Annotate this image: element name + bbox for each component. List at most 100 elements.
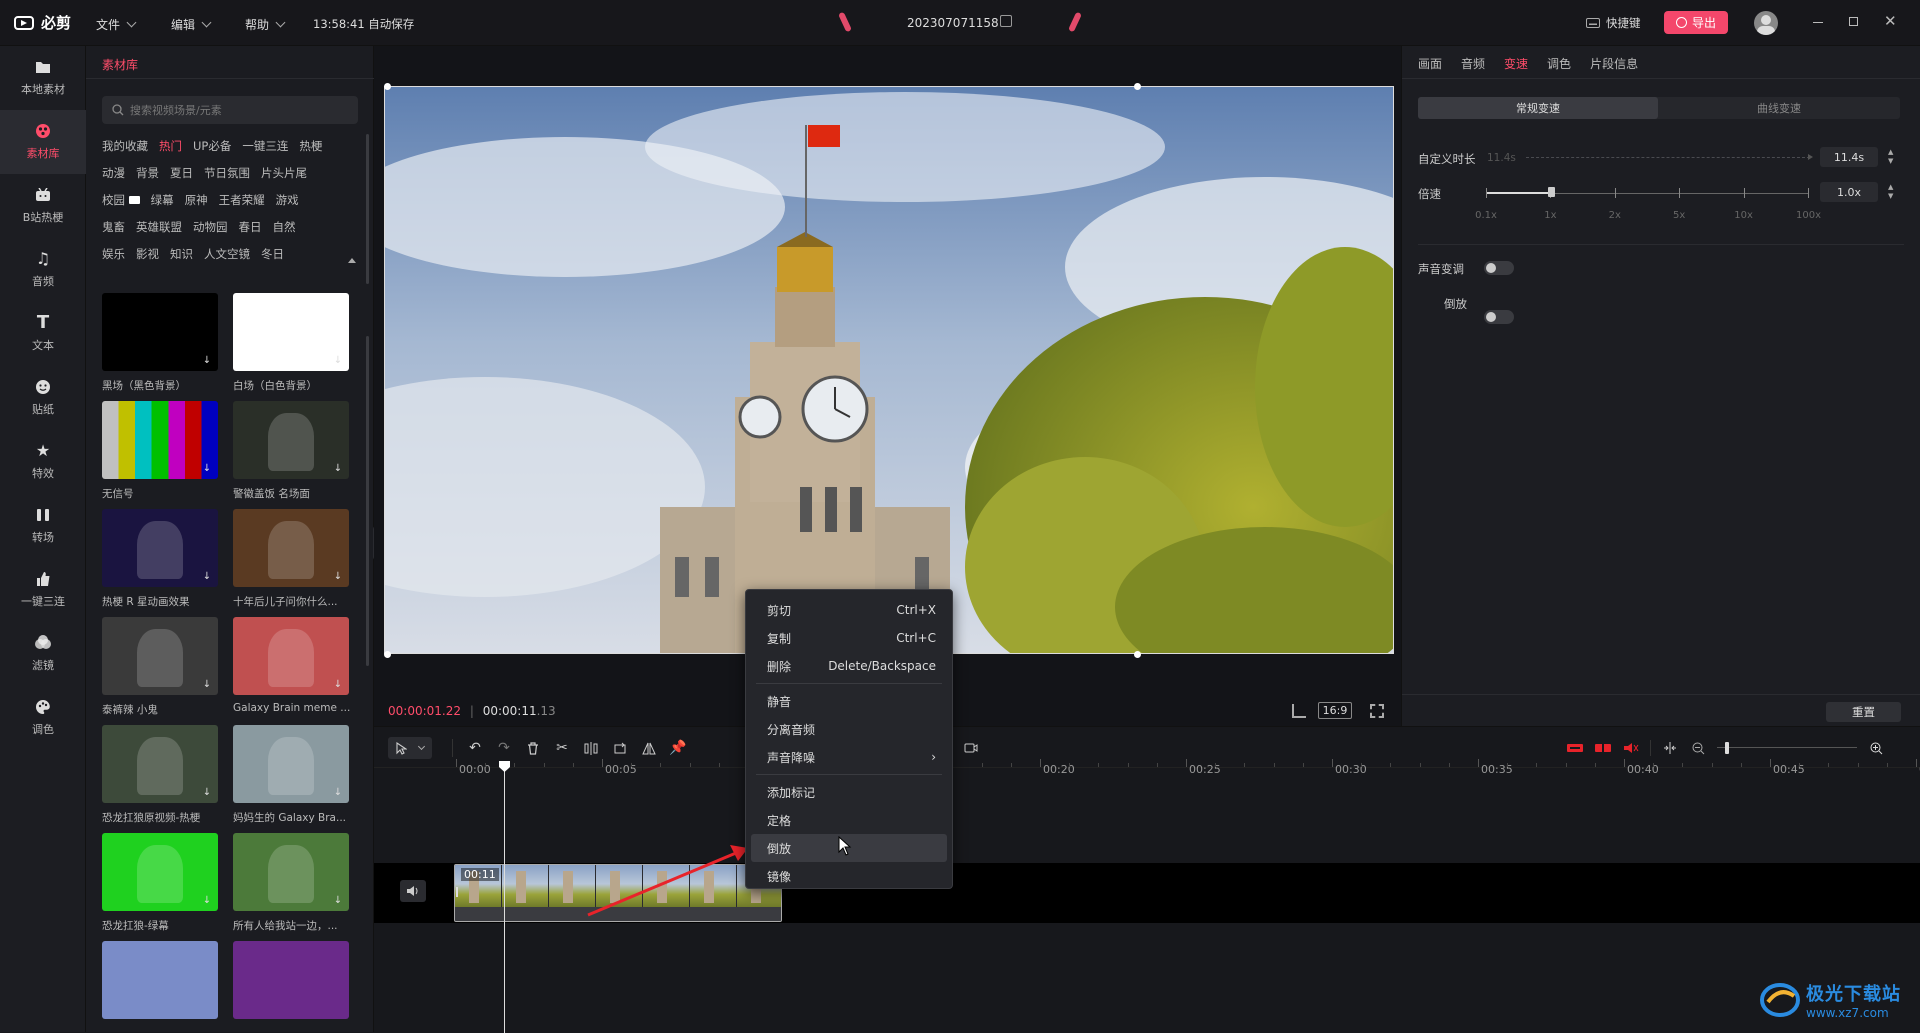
media-item[interactable]: ↓ 所有人给我站一边，... (233, 833, 349, 933)
resize-handle[interactable] (384, 651, 391, 658)
menu-file[interactable]: 文件 (96, 16, 137, 33)
shortcut-button[interactable]: 快捷键 (1586, 15, 1641, 31)
reverse-toggle[interactable] (1484, 310, 1514, 324)
mode-normal[interactable]: 常规变速 (1418, 97, 1658, 119)
media-item[interactable]: ↓ 十年后儿子问你什么... (233, 509, 349, 609)
media-item[interactable]: ↓ 热梗 R 星动画效果 (102, 509, 218, 609)
search-box[interactable]: 搜索视频场景/元素 (102, 96, 358, 124)
media-thumbnail[interactable]: ↓ (233, 617, 349, 695)
download-icon[interactable]: ↓ (201, 679, 213, 691)
resize-handle[interactable] (1134, 83, 1141, 90)
close-icon[interactable]: ✕ (1884, 12, 1897, 30)
download-icon[interactable]: ↓ (201, 355, 213, 367)
nav-local-media[interactable]: 本地素材 (0, 46, 86, 110)
download-icon[interactable]: ↓ (332, 895, 344, 907)
download-icon[interactable]: ↓ (332, 787, 344, 799)
nav-color-grading[interactable]: 调色 (0, 686, 86, 750)
download-icon[interactable]: ↓ (332, 571, 344, 583)
tag[interactable]: 动漫 (102, 165, 125, 181)
tag[interactable]: 校园 (102, 192, 140, 208)
pitch-toggle[interactable] (1484, 261, 1514, 275)
media-thumbnail[interactable]: ↓ (102, 509, 218, 587)
tab-picture[interactable]: 画面 (1418, 55, 1442, 72)
collapse-tags-icon[interactable] (348, 258, 356, 263)
nav-audio[interactable]: ♫ 音频 (0, 238, 86, 302)
duration-stepper[interactable]: ▲ ▼ (1888, 148, 1893, 166)
menu-item-mute[interactable]: 静音 (746, 687, 952, 715)
media-item[interactable]: ↓ Galaxy Brain meme ... (233, 617, 350, 717)
media-thumbnail[interactable]: ↓ (102, 293, 218, 371)
speed-slider-thumb[interactable] (1548, 187, 1555, 197)
tag[interactable]: 节日氛围 (204, 165, 250, 181)
media-thumbnail[interactable]: ↓ (102, 401, 218, 479)
tag[interactable]: 知识 (170, 246, 193, 262)
resize-handle[interactable] (1134, 651, 1141, 658)
tag[interactable]: 动物园 (193, 219, 228, 235)
tab-color[interactable]: 调色 (1547, 55, 1571, 72)
tag[interactable]: 热梗 (299, 138, 322, 154)
tag[interactable]: 游戏 (276, 192, 299, 208)
reset-button[interactable]: 重置 (1826, 702, 1901, 722)
crop-icon[interactable] (1292, 704, 1306, 718)
media-thumbnail[interactable]: ↓ (102, 725, 218, 803)
media-item[interactable]: ↓ 无信号 (102, 401, 218, 501)
nav-sticker[interactable]: 贴纸 (0, 366, 86, 430)
media-item[interactable]: ↓ 白场（白色背景） (233, 293, 349, 393)
tab-speed[interactable]: 变速 (1504, 55, 1528, 72)
duration-slider[interactable] (1526, 157, 1810, 158)
nav-bilibili-memes[interactable]: B站热梗 (0, 174, 86, 238)
media-thumbnail[interactable] (102, 941, 218, 1019)
tag[interactable]: 春日 (239, 219, 262, 235)
media-thumbnail[interactable]: ↓ (233, 725, 349, 803)
media-item[interactable]: ↓ 妈妈生的 Galaxy Bra... (233, 725, 349, 825)
download-icon[interactable]: ↓ (201, 463, 213, 475)
nav-filters[interactable]: 滤镜 (0, 622, 86, 686)
media-item[interactable] (233, 941, 349, 1026)
playhead[interactable] (504, 763, 505, 1033)
nav-triple-like[interactable]: 一键三连 (0, 558, 86, 622)
tag[interactable]: 人文空镜 (204, 246, 250, 262)
menu-item-detach-audio[interactable]: 分离音频 (746, 715, 952, 743)
media-item[interactable]: ↓ 恐龙扛狼-绿幕 (102, 833, 218, 933)
media-thumbnail[interactable]: ↓ (233, 833, 349, 911)
media-thumbnail[interactable] (233, 941, 349, 1019)
tab-clip-info[interactable]: 片段信息 (1590, 55, 1638, 72)
download-icon[interactable]: ↓ (332, 355, 344, 367)
tag[interactable]: 一键三连 (242, 138, 288, 154)
media-item[interactable]: ↓ 泰裤辣 小鬼 (102, 617, 218, 717)
tag[interactable]: 娱乐 (102, 246, 125, 262)
duration-input[interactable]: 11.4s (1820, 147, 1878, 167)
mode-curve[interactable]: 曲线变速 (1658, 97, 1900, 119)
download-icon[interactable]: ↓ (332, 679, 344, 691)
library-scrollbar[interactable] (366, 336, 369, 666)
media-item[interactable]: ↓ 黑场（黑色背景） (102, 293, 218, 393)
menu-edit[interactable]: 编辑 (171, 16, 212, 33)
media-item[interactable]: ↓ 警徽盖饭 名场面 (233, 401, 349, 501)
tag[interactable]: 背景 (136, 165, 159, 181)
menu-item-denoise[interactable]: 声音降噪 › (746, 743, 952, 771)
resize-handle[interactable] (384, 83, 391, 90)
speed-input[interactable]: 1.0x (1820, 182, 1878, 202)
tag[interactable]: 自然 (273, 219, 296, 235)
tag[interactable]: 王者荣耀 (219, 192, 265, 208)
media-item[interactable]: ↓ 恐龙扛狼原视频-热梗 (102, 725, 218, 825)
menu-help[interactable]: 帮助 (245, 16, 286, 33)
maximize-icon[interactable] (1849, 17, 1858, 26)
tab-library[interactable]: 素材库 (102, 56, 138, 73)
download-icon[interactable]: ↓ (332, 463, 344, 475)
track-mute-button[interactable] (400, 880, 426, 902)
media-thumbnail[interactable]: ↓ (233, 401, 349, 479)
minimize-icon[interactable] (1813, 22, 1823, 23)
nav-effects[interactable]: ★ 特效 (0, 430, 86, 494)
search-input[interactable]: 搜索视频场景/元素 (130, 102, 222, 118)
download-icon[interactable]: ↓ (201, 787, 213, 799)
tag[interactable]: 冬日 (261, 246, 284, 262)
nav-text[interactable]: T 文本 (0, 302, 86, 366)
download-icon[interactable]: ↓ (201, 571, 213, 583)
tag[interactable]: 夏日 (170, 165, 193, 181)
menu-item-mirror[interactable]: 镜像 (746, 862, 952, 890)
export-button[interactable]: 导出 (1664, 11, 1728, 34)
menu-item-delete[interactable]: 删除 Delete/Backspace (746, 652, 952, 680)
tag[interactable]: 英雄联盟 (136, 219, 182, 235)
tags-scrollbar[interactable] (366, 134, 369, 284)
